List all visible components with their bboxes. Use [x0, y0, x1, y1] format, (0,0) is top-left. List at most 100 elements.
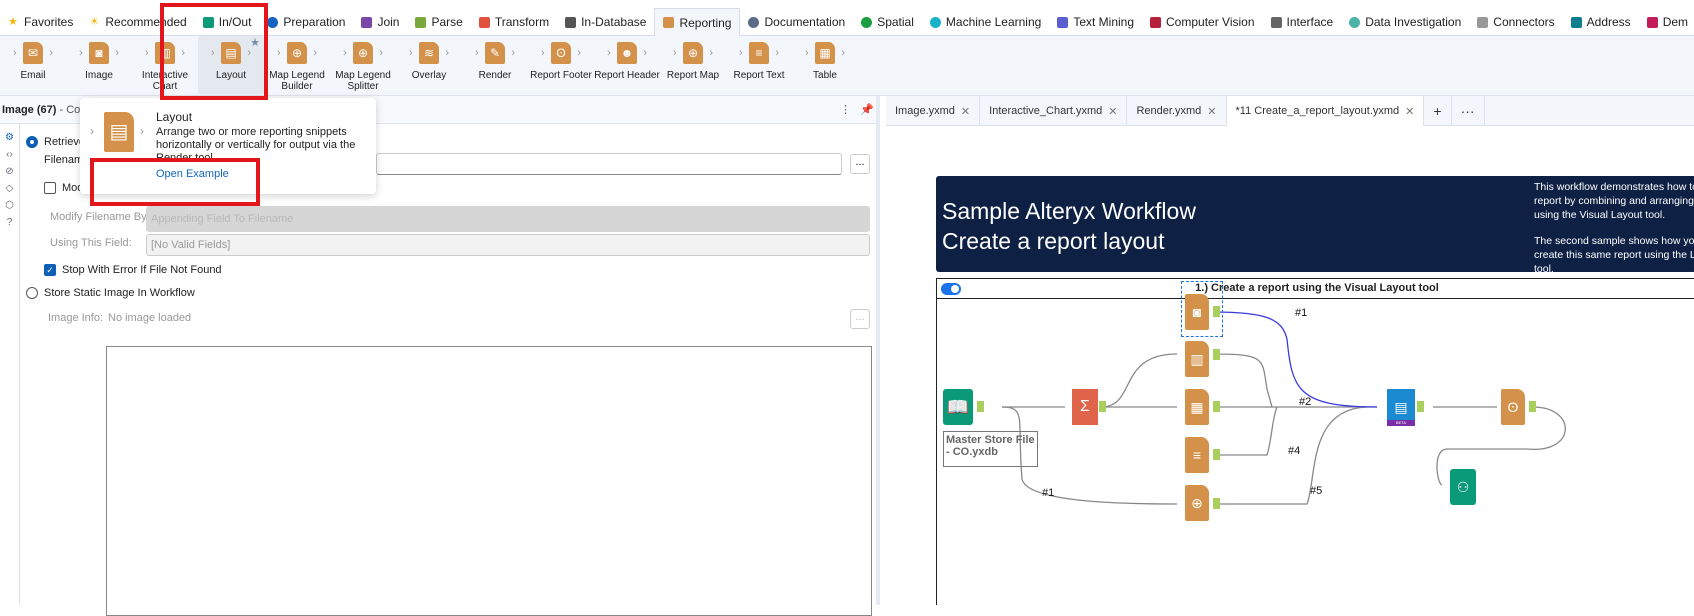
tool-label: Table — [813, 70, 837, 81]
document-tab[interactable]: Image.yxmd ✕ — [886, 96, 981, 126]
output-anchor[interactable] — [1213, 449, 1220, 460]
output-anchor[interactable] — [1417, 401, 1424, 412]
tool-table[interactable]: ▦ Table — [792, 36, 858, 94]
output-anchor[interactable] — [1213, 306, 1220, 317]
summarize-tool-icon[interactable]: Σ — [1072, 389, 1098, 425]
square-icon — [361, 16, 373, 28]
output-anchor[interactable] — [977, 401, 984, 412]
store-static-radio[interactable]: Store Static Image In Workflow — [26, 287, 195, 299]
pin-icon[interactable]: 📌 — [860, 103, 874, 116]
layout-tool-icon: ▤ — [104, 112, 134, 152]
banner-text-1: This workflow demonstrates how to create… — [1534, 181, 1694, 221]
banner-title-2: Create a report layout — [942, 228, 1165, 254]
tag-icon[interactable]: ◇ — [6, 183, 14, 194]
category-tab-address[interactable]: Address — [1563, 8, 1639, 36]
overlay-icon: ≋ — [409, 42, 449, 64]
category-tab-favorites[interactable]: ★ Favorites — [0, 8, 81, 36]
add-tab-button[interactable]: + — [1424, 96, 1452, 126]
category-tab-computer-vision[interactable]: Computer Vision — [1142, 8, 1263, 36]
close-icon[interactable]: ✕ — [1207, 105, 1216, 118]
tool-report-text[interactable]: ≡ Report Text — [726, 36, 792, 94]
category-tab-join[interactable]: Join — [353, 8, 407, 36]
tool-report-map[interactable]: ⊕ Report Map — [660, 36, 726, 94]
document-tab[interactable]: *11 Create_a_report_layout.yxmd ✕ — [1226, 96, 1425, 126]
category-tab-label: Address — [1586, 15, 1631, 29]
table-tool-icon[interactable]: ▦ — [1185, 389, 1209, 425]
circle-icon — [1349, 16, 1361, 28]
workflow-canvas[interactable]: Sample Alteryx Workflow Create a report … — [886, 126, 1694, 605]
category-tab-in-database[interactable]: In-Database — [557, 8, 654, 36]
stop-with-error-checkbox[interactable]: ✓ Stop With Error If File Not Found — [44, 264, 222, 276]
image-info-value: No image loaded — [108, 312, 192, 324]
filename-input[interactable] — [376, 153, 842, 175]
interactive-chart-tool-icon[interactable]: ▥ — [1185, 341, 1209, 377]
document-tab[interactable]: Interactive_Chart.yxmd ✕ — [980, 96, 1128, 126]
category-tab-dem[interactable]: Dem — [1639, 8, 1694, 36]
browse-tool-icon[interactable]: ⚇ — [1450, 469, 1476, 505]
connection-icon[interactable]: ⊘ — [5, 166, 13, 177]
report-text-tool-icon[interactable]: ≡ — [1185, 437, 1209, 473]
category-tab-text-mining[interactable]: Text Mining — [1049, 8, 1142, 36]
report-map-tool-icon[interactable]: ⊕ — [1185, 485, 1209, 521]
close-icon[interactable]: ✕ — [1108, 105, 1117, 118]
tool-render[interactable]: ✎ Render — [462, 36, 528, 94]
tool-report-header[interactable]: ☻ Report Header — [594, 36, 660, 94]
category-tab-label: Spatial — [877, 15, 914, 29]
tool-report-footer[interactable]: ʘ Report Footer — [528, 36, 594, 94]
output-anchor[interactable] — [1213, 349, 1220, 360]
category-tab-preparation[interactable]: Preparation — [259, 8, 353, 36]
report-footer-tool-icon[interactable]: ʘ — [1501, 389, 1525, 425]
category-tab-reporting[interactable]: Reporting — [654, 8, 741, 36]
tool-email[interactable]: ✉ Email — [0, 36, 66, 94]
more-options-icon[interactable]: ⋮ — [840, 103, 851, 116]
hex-icon — [415, 16, 427, 28]
document-tab[interactable]: Render.yxmd ✕ — [1127, 96, 1227, 126]
connection — [1213, 406, 1278, 456]
sun-icon: ☀ — [89, 15, 100, 28]
output-anchor[interactable] — [1529, 401, 1536, 412]
close-icon[interactable]: ✕ — [1405, 105, 1414, 118]
category-tab-transform[interactable]: Transform — [471, 8, 557, 36]
connection-label: #1 — [1042, 487, 1055, 499]
connection — [1100, 353, 1178, 408]
banner-title-1: Sample Alteryx Workflow — [942, 198, 1196, 224]
star-icon: ★ — [8, 15, 18, 28]
gear-icon[interactable]: ⚙ — [5, 132, 14, 143]
document-tab-label: Interactive_Chart.yxmd — [989, 105, 1103, 117]
tool-label: Report Text — [733, 70, 785, 81]
chevron-right-icon: › — [140, 124, 144, 138]
hex-icon — [1057, 16, 1069, 28]
modify-filename-checkbox[interactable]: Mod — [44, 182, 83, 194]
close-icon[interactable]: ✕ — [961, 105, 970, 118]
category-tab-data-investigation[interactable]: Data Investigation — [1341, 8, 1469, 36]
image-browse-button[interactable]: ... — [850, 309, 870, 329]
tool-map-legend-builder[interactable]: ⊕ Map Legend Builder — [264, 36, 330, 94]
using-field-select[interactable]: [No Valid Fields] — [146, 234, 870, 256]
output-anchor[interactable] — [1213, 498, 1220, 509]
map-legend-builder-icon: ⊕ — [277, 42, 317, 64]
category-tab-connectors[interactable]: Connectors — [1469, 8, 1562, 36]
beta-badge: BETA — [1387, 420, 1415, 426]
code-icon[interactable]: ‹› — [6, 149, 13, 160]
tool-map-legend-splitter[interactable]: ⊕ Map Legend Splitter — [330, 36, 396, 94]
category-tab-parse[interactable]: Parse — [407, 8, 470, 36]
modify-by-select[interactable]: Appending Field To Filename — [146, 206, 870, 232]
category-tab-spatial[interactable]: Spatial — [853, 8, 922, 36]
category-tab-machine-learning[interactable]: Machine Learning — [922, 8, 1049, 36]
browse-button[interactable]: ... — [850, 154, 870, 174]
category-tab-label: Parse — [431, 15, 463, 29]
input-annotation: Master Store File - CO.yxdb — [943, 431, 1038, 467]
tool-label: Render — [478, 70, 512, 81]
help-icon[interactable]: ? — [7, 217, 13, 228]
cube-icon[interactable]: ⬡ — [5, 200, 14, 211]
input-data-tool-icon[interactable]: 📖 — [943, 389, 973, 425]
category-tab-documentation[interactable]: Documentation — [740, 8, 853, 36]
more-tabs-button[interactable]: ··· — [1452, 96, 1485, 126]
category-tab-interface[interactable]: Interface — [1263, 8, 1342, 36]
tool-image[interactable]: ◙ Image — [66, 36, 132, 94]
output-anchor[interactable] — [1099, 401, 1106, 412]
output-anchor[interactable] — [1213, 401, 1220, 412]
retrieve-label: Retrieve — [44, 136, 85, 148]
retrieve-radio[interactable]: Retrieve — [26, 136, 85, 148]
tool-overlay[interactable]: ≋ Overlay — [396, 36, 462, 94]
